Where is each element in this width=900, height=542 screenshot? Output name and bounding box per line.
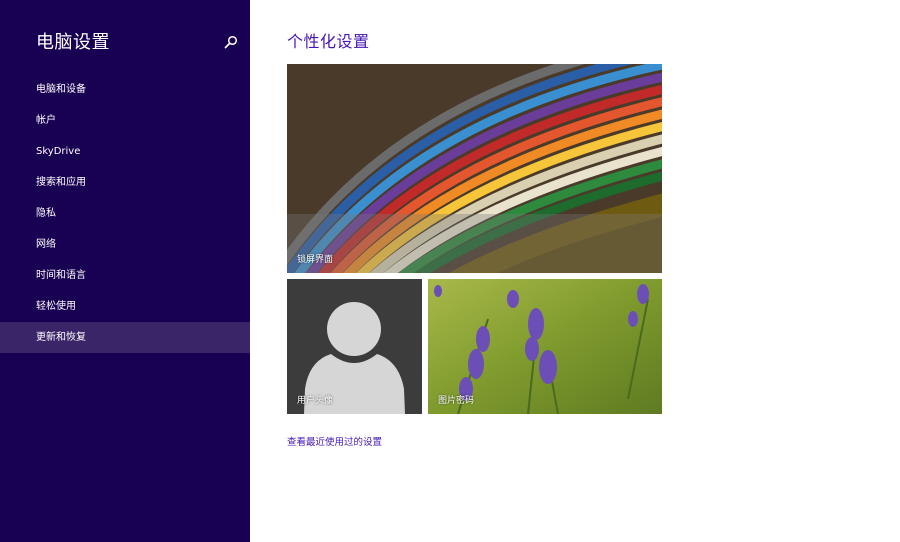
sidebar-item-ease-of-access[interactable]: 轻松使用 [0, 291, 250, 322]
sidebar-item-accounts[interactable]: 帐户 [0, 105, 250, 136]
sidebar-item-search-and-apps[interactable]: 搜索和应用 [0, 167, 250, 198]
picture-password-tile[interactable]: 图片密码 [428, 279, 662, 414]
sidebar: 电脑设置 电脑和设备 帐户 SkyDrive 搜索和应用 隐私 网络 时间和语言… [0, 0, 250, 542]
lock-screen-tile[interactable]: 锁屏界面 [287, 64, 662, 273]
sidebar-item-time-and-language[interactable]: 时间和语言 [0, 260, 250, 291]
sidebar-item-skydrive[interactable]: SkyDrive [0, 136, 250, 167]
search-icon[interactable] [224, 35, 238, 49]
picture-password-label: 图片密码 [438, 396, 475, 406]
avatar-tile[interactable]: 用户头像 [287, 279, 422, 414]
sidebar-nav: 电脑和设备 帐户 SkyDrive 搜索和应用 隐私 网络 时间和语言 轻松使用… [0, 74, 250, 353]
lock-screen-label: 锁屏界面 [297, 255, 334, 265]
main-content: 个性化设置 锁屏界面 用户头像 图片密码 查看最近使用过的设置 [250, 0, 900, 542]
sidebar-header: 电脑设置 [36, 30, 242, 58]
avatar-label: 用户头像 [297, 396, 334, 406]
sidebar-item-privacy[interactable]: 隐私 [0, 198, 250, 229]
sidebar-item-pc-and-devices[interactable]: 电脑和设备 [0, 74, 250, 105]
lock-screen-image [287, 64, 662, 273]
sidebar-title: 电脑设置 [36, 32, 110, 53]
page-title: 个性化设置 [287, 32, 370, 51]
sidebar-item-update-and-recovery[interactable]: 更新和恢复 [0, 322, 250, 353]
sidebar-item-network[interactable]: 网络 [0, 229, 250, 260]
recent-settings-link[interactable]: 查看最近使用过的设置 [287, 434, 382, 448]
